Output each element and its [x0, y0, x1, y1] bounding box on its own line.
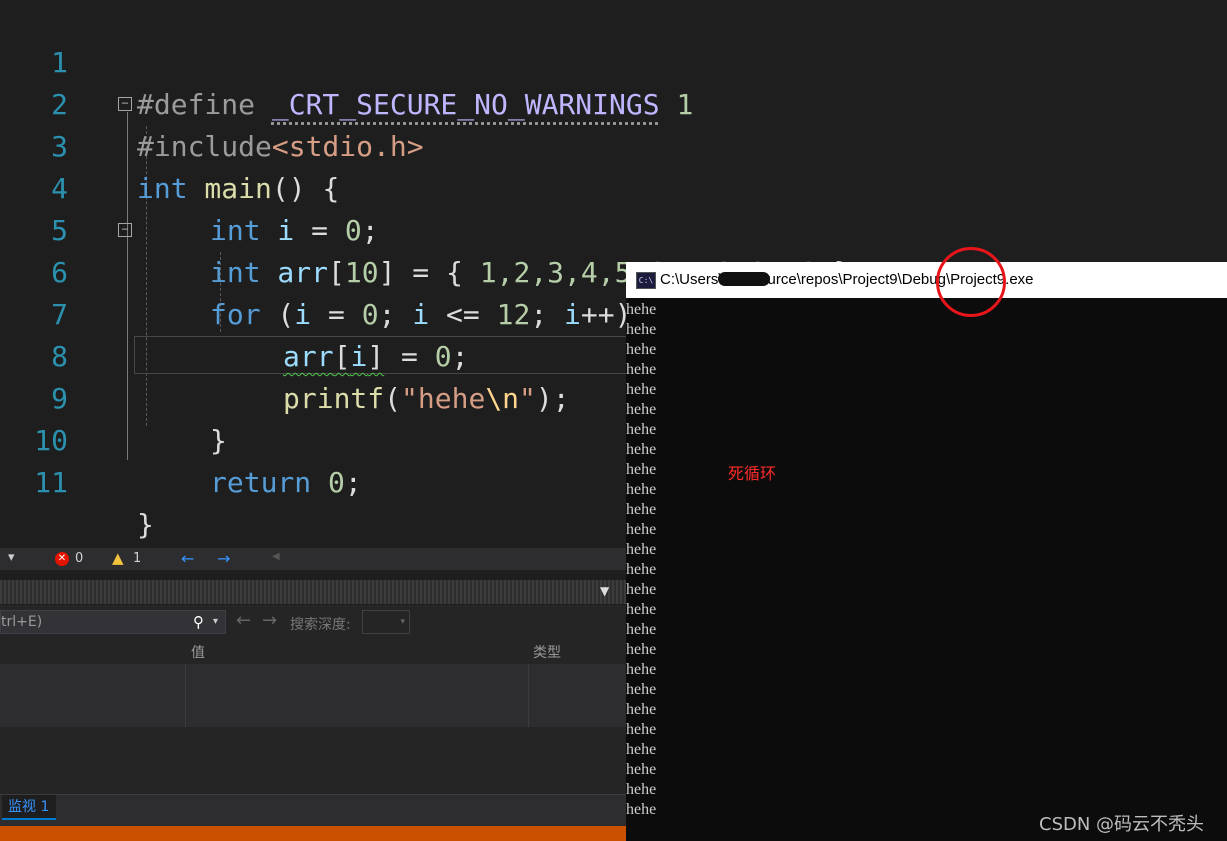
console-output-line: hehe [626, 561, 657, 578]
console-output-line: hehe [626, 681, 657, 698]
console-title-bar[interactable]: C:\ C:\Users\ \source\repos\Project9\Deb… [626, 262, 1227, 298]
console-output-line: hehe [626, 721, 657, 738]
console-output-line: hehe [626, 441, 657, 458]
console-output-line: hehe [626, 321, 657, 338]
watch-search-input[interactable]: trl+E) ⚲ ▾ [0, 610, 226, 634]
watermark: CSDN @码云不秃头 [1039, 814, 1205, 835]
console-output-line: hehe [626, 741, 657, 758]
watch-panel-header: ▼ [0, 580, 626, 604]
code-line-2[interactable]: 2 #include<stdio.h> [0, 42, 1227, 163]
console-output-line: hehe [626, 501, 657, 518]
table-row[interactable] [0, 706, 626, 728]
column-divider [185, 664, 186, 727]
console-output-line: hehe [626, 541, 657, 558]
search-forward-icon[interactable]: → [262, 610, 277, 631]
console-output-line: hehe [626, 761, 657, 778]
console-output-line: hehe [626, 601, 657, 618]
console-output-line: hehe [626, 381, 657, 398]
console-output-line: hehe [626, 421, 657, 438]
search-depth-select[interactable]: ▾ [362, 610, 410, 634]
column-divider [528, 664, 529, 727]
console-output-line: hehe [626, 701, 657, 718]
panel-menu-icon[interactable]: ▼ [600, 584, 609, 598]
nav-forward-icon[interactable]: → [217, 549, 230, 568]
debug-status-bar [0, 826, 626, 841]
console-output-line: hehe [626, 621, 657, 638]
watch-empty-area [0, 727, 626, 794]
code-line-6[interactable]: 6 for (i = 0; i <= 12; i++) { [0, 210, 1227, 331]
search-icon[interactable]: ⚲ [193, 611, 204, 633]
console-output-line: hehe [626, 301, 657, 318]
console-output: hehe hehe hehe hehe hehe hehe hehe hehe hehe hehe… [626, 300, 1227, 820]
error-icon[interactable]: ✕ [55, 552, 69, 566]
code-line-4[interactable]: 4 int i = 0; [0, 126, 1227, 247]
panel-tab-strip: 监视 1 [0, 794, 626, 827]
table-row[interactable] [0, 664, 626, 686]
console-output-line: hehe [626, 521, 657, 538]
line-number: 11 [34, 466, 68, 499]
code-line-5[interactable]: 5 int arr[10] = { 1,2,3,4,5,6,7,8,9,10 }… [0, 168, 1227, 289]
console-output-line: hehe [626, 341, 657, 358]
watch-search-row: trl+E) ⚲ ▾ ← → 搜索深度: ▾ [0, 605, 626, 639]
search-dropdown-icon[interactable]: ▾ [213, 611, 218, 633]
dropdown-icon[interactable]: ▾ [8, 550, 15, 565]
tab-watch-1[interactable]: 监视 1 [2, 795, 56, 820]
console-output-line: hehe [626, 481, 657, 498]
error-count[interactable]: 0 [75, 551, 83, 566]
console-output-line: hehe [626, 781, 657, 798]
console-app-icon: C:\ [636, 272, 656, 289]
highlight-circle [936, 247, 1006, 317]
editor-status-bar: ▾ ✕ 0 ▲ 1 ← → ◀ [0, 548, 626, 570]
console-output-line: hehe [626, 361, 657, 378]
code-line-3[interactable]: 3 int main() { [0, 84, 1227, 205]
console-output-line: hehe [626, 461, 657, 478]
column-value[interactable]: 值 [191, 642, 205, 662]
console-output-line: hehe [626, 401, 657, 418]
redacted-username [718, 272, 770, 286]
watch-table-header: 值 类型 [0, 639, 626, 664]
console-output-line: hehe [626, 661, 657, 678]
console-window[interactable]: C:\ C:\Users\ \source\repos\Project9\Deb… [626, 262, 1227, 841]
code-line-1[interactable]: 1 #define _CRT_SECURE_NO_WARNINGS 1 [0, 0, 1227, 121]
column-type[interactable]: 类型 [533, 642, 561, 662]
table-row[interactable] [0, 685, 626, 707]
warning-icon[interactable]: ▲ [112, 549, 124, 567]
warning-count[interactable]: 1 [133, 551, 141, 566]
search-depth-label: 搜索深度: [290, 617, 351, 633]
console-output-line: hehe [626, 641, 657, 658]
console-output-line: hehe [626, 581, 657, 598]
scroll-left-icon[interactable]: ◀ [272, 551, 280, 562]
search-back-icon[interactable]: ← [236, 610, 251, 631]
annotation-label: 死循环 [728, 464, 777, 483]
nav-back-icon[interactable]: ← [181, 549, 194, 568]
